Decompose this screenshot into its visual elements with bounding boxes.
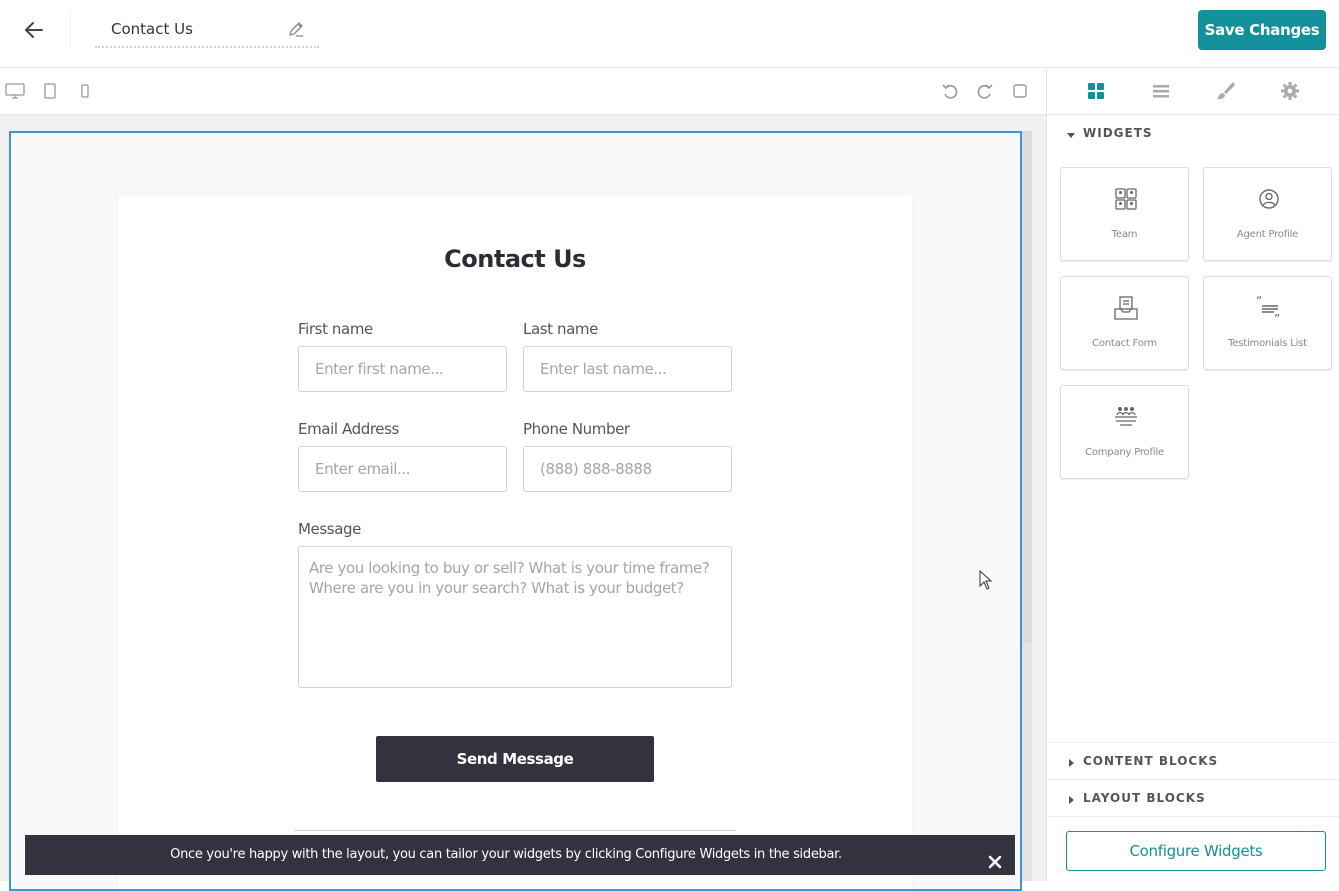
- editor-canvas: Contact Us First name Enter first name..…: [0, 115, 1046, 891]
- message-textarea[interactable]: Are you looking to buy or sell? What is …: [298, 546, 732, 688]
- close-icon[interactable]: [987, 847, 1003, 869]
- caret-right-icon: [1067, 756, 1075, 767]
- save-changes-button[interactable]: Save Changes: [1198, 10, 1326, 50]
- phone-label: Phone Number: [523, 420, 630, 438]
- divider: [1047, 816, 1339, 817]
- layout-blocks-section-header[interactable]: LAYOUT BLOCKS: [1047, 780, 1339, 817]
- content-blocks-section-header[interactable]: CONTENT BLOCKS: [1047, 743, 1339, 780]
- widget-label: Testimonials List: [1228, 338, 1307, 349]
- divider: [70, 12, 71, 48]
- svg-text:”: ”: [1274, 312, 1280, 321]
- widgets-section-header[interactable]: WIDGETS: [1047, 115, 1339, 152]
- selected-section[interactable]: Contact Us First name Enter first name..…: [9, 131, 1022, 891]
- sidebar-tabs: [1047, 68, 1339, 115]
- mouse-cursor-icon: [979, 569, 993, 592]
- sections-list-icon[interactable]: [1150, 80, 1172, 102]
- first-name-field[interactable]: Enter first name...: [298, 346, 507, 392]
- contact-form-icon: [1113, 295, 1139, 321]
- first-name-label: First name: [298, 320, 373, 338]
- canvas-toolbar: [0, 68, 1046, 115]
- hint-toast: Once you're happy with the layout, you c…: [25, 835, 1015, 875]
- layout-blocks-heading: LAYOUT BLOCKS: [1083, 791, 1206, 805]
- widget-contact-form[interactable]: Contact Form: [1060, 276, 1189, 370]
- right-sidebar: WIDGETS Team Agent Profile Contact Form …: [1046, 68, 1339, 881]
- phone-field[interactable]: (888) 888-8888: [523, 446, 732, 492]
- redo-icon[interactable]: [974, 80, 996, 102]
- widget-label: Team: [1111, 229, 1138, 240]
- widget-label: Agent Profile: [1236, 229, 1299, 240]
- company-profile-icon: [1113, 404, 1139, 430]
- widgets-grid-icon[interactable]: [1085, 80, 1107, 102]
- svg-text:“: “: [1256, 295, 1262, 308]
- last-name-label: Last name: [523, 320, 598, 338]
- last-name-field[interactable]: Enter last name...: [523, 346, 732, 392]
- email-label: Email Address: [298, 420, 399, 438]
- message-label: Message: [298, 520, 361, 538]
- widget-label: Contact Form: [1092, 338, 1157, 349]
- email-field[interactable]: Enter email...: [298, 446, 507, 492]
- widget-team[interactable]: Team: [1060, 167, 1189, 261]
- content-blocks-heading: CONTENT BLOCKS: [1083, 754, 1219, 768]
- configure-widgets-button[interactable]: Configure Widgets: [1066, 831, 1326, 871]
- widget-testimonials-list[interactable]: “” Testimonials List: [1203, 276, 1332, 370]
- widget-agent-profile[interactable]: Agent Profile: [1203, 167, 1332, 261]
- widget-label: Company Profile: [1085, 447, 1164, 458]
- edit-pencil-icon[interactable]: [287, 20, 305, 38]
- agent-profile-icon: [1256, 186, 1282, 212]
- contact-form-card: Contact Us First name Enter first name..…: [118, 195, 912, 889]
- undo-icon[interactable]: [939, 80, 961, 102]
- back-arrow-icon[interactable]: [20, 16, 48, 44]
- toast-message: Once you're happy with the layout, you c…: [170, 847, 842, 862]
- widget-company-profile[interactable]: Company Profile: [1060, 385, 1189, 479]
- tablet-icon[interactable]: [39, 80, 61, 102]
- divider: [294, 830, 736, 831]
- scrollbar-thumb[interactable]: [1022, 131, 1032, 643]
- top-bar: Contact Us Save Changes: [0, 0, 1339, 68]
- testimonials-icon: “”: [1256, 294, 1282, 326]
- caret-right-icon: [1067, 793, 1075, 804]
- widgets-heading: WIDGETS: [1083, 126, 1153, 140]
- team-icon: [1113, 186, 1139, 212]
- page-title[interactable]: Contact Us: [111, 20, 193, 38]
- settings-gear-icon[interactable]: [1279, 80, 1301, 102]
- preview-icon[interactable]: [1009, 80, 1031, 102]
- page-title-editor[interactable]: Contact Us: [95, 12, 319, 48]
- desktop-icon[interactable]: [4, 80, 26, 102]
- form-title: Contact Us: [444, 245, 586, 273]
- send-message-button[interactable]: Send Message: [376, 736, 654, 782]
- mobile-icon[interactable]: [74, 80, 96, 102]
- brush-icon[interactable]: [1214, 80, 1236, 102]
- caret-down-icon: [1067, 128, 1075, 138]
